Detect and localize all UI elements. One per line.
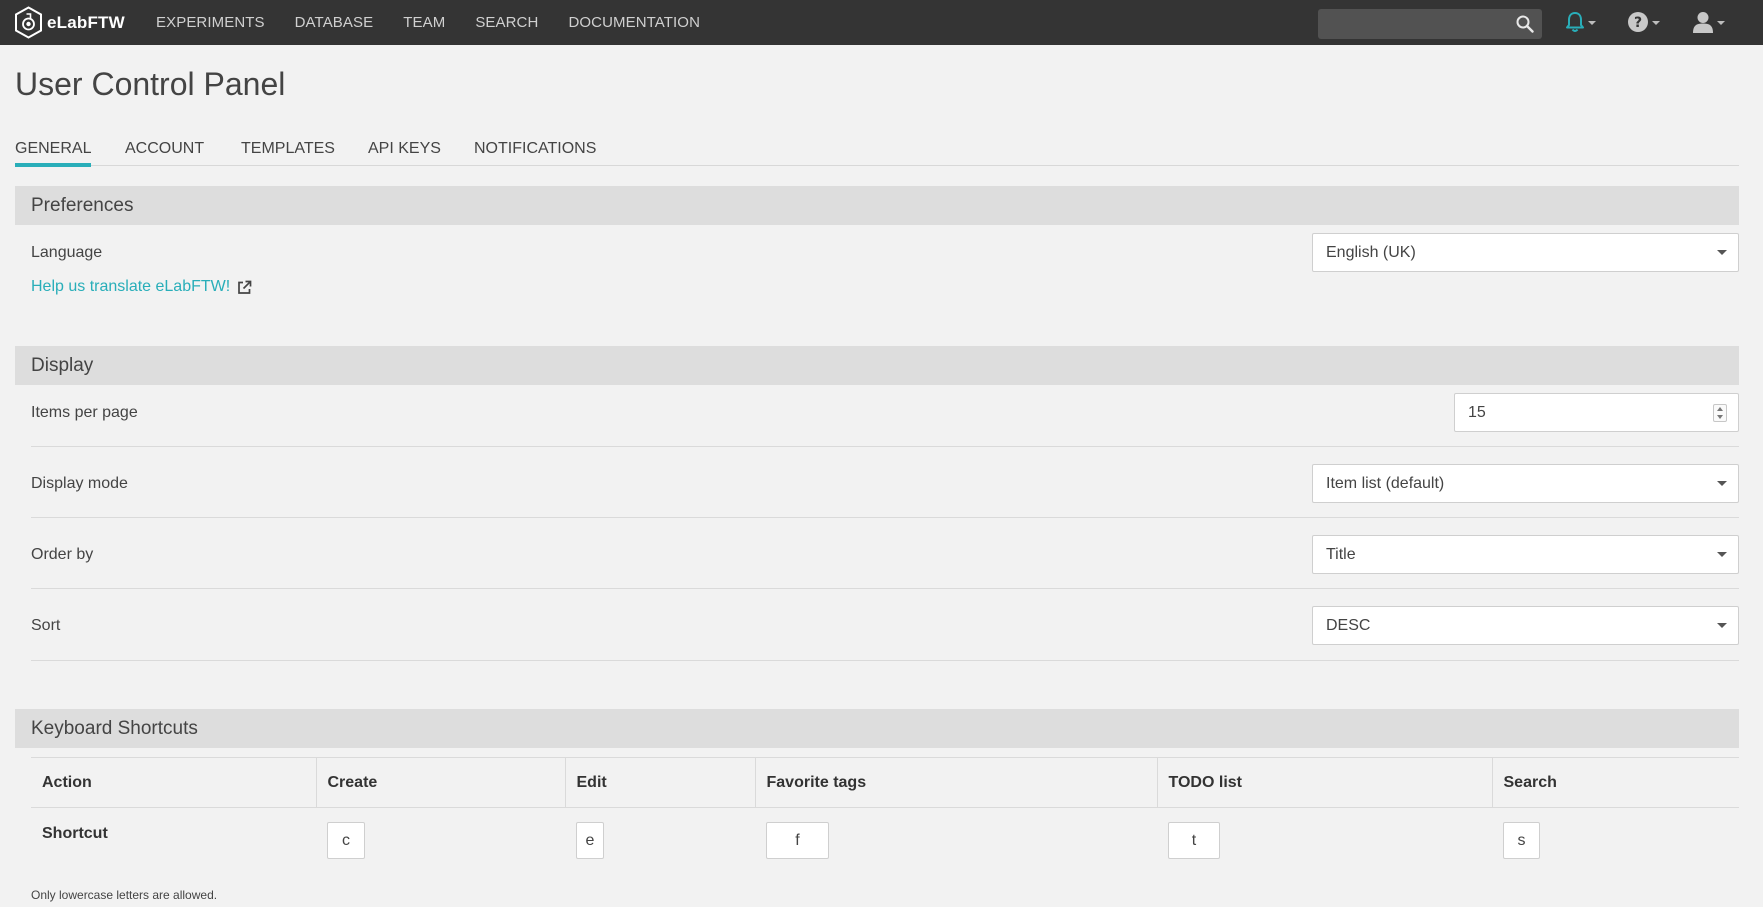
shortcut-todo-list-cell: t xyxy=(1157,808,1492,872)
keyboard-shortcuts-heading: Keyboard Shortcuts xyxy=(15,709,1739,748)
svg-text:?: ? xyxy=(1634,15,1642,31)
search-icon[interactable] xyxy=(1516,15,1534,33)
divider xyxy=(31,660,1739,661)
quick-search-input[interactable] xyxy=(1318,9,1542,39)
column-header-edit: Edit xyxy=(564,757,755,808)
question-circle-icon: ? xyxy=(1628,12,1648,32)
order-by-select-value: Title xyxy=(1326,546,1356,563)
shortcut-search-cell: s xyxy=(1492,808,1739,872)
chevron-down-icon xyxy=(1652,21,1660,25)
external-link-icon xyxy=(238,280,252,294)
user-icon xyxy=(1693,12,1713,33)
display-mode-select-value: Item list (default) xyxy=(1326,475,1445,492)
translate-help-link-text: Help us translate eLabFTW! xyxy=(31,278,231,295)
top-navbar: eLabFTW EXPERIMENTS DATABASE TEAM SEARCH… xyxy=(0,0,1763,45)
settings-tabs: GENERAL ACCOUNT TEMPLATES API KEYS NOTIF… xyxy=(15,140,1739,167)
nav-link-documentation[interactable]: DOCUMENTATION xyxy=(568,14,700,31)
language-label: Language xyxy=(31,244,103,261)
sort-label: Sort xyxy=(31,617,61,634)
notifications-dropdown[interactable] xyxy=(1565,10,1596,34)
language-select[interactable]: English (UK) xyxy=(1312,233,1739,272)
table-row: Shortcut c e f t s xyxy=(31,808,1739,872)
bell-icon xyxy=(1566,12,1584,32)
divider xyxy=(31,517,1739,518)
items-per-page-input[interactable]: 15 xyxy=(1454,393,1739,432)
brand-logo-link[interactable]: eLabFTW xyxy=(14,6,125,39)
shortcut-edit-cell: e xyxy=(565,808,755,872)
nav-link-team[interactable]: TEAM xyxy=(403,14,445,31)
shortcut-todo-list-input[interactable]: t xyxy=(1168,822,1220,859)
elabftw-logo-icon xyxy=(15,6,42,39)
shortcut-favorite-tags-cell: f xyxy=(755,808,1157,872)
brand-name: eLabFTW xyxy=(47,12,125,32)
tab-account[interactable]: ACCOUNT xyxy=(125,140,204,166)
nav-link-experiments[interactable]: EXPERIMENTS xyxy=(156,14,265,31)
chevron-down-icon xyxy=(1717,623,1727,628)
table-header-row: Action Create Edit Favorite tags TODO li… xyxy=(31,757,1739,808)
chevron-down-icon xyxy=(1717,250,1727,255)
column-header-create: Create xyxy=(315,757,565,808)
chevron-down-icon xyxy=(1717,552,1727,557)
help-dropdown[interactable]: ? xyxy=(1627,10,1660,34)
order-by-select[interactable]: Title xyxy=(1312,535,1739,574)
column-header-action: Action xyxy=(31,757,316,808)
sort-select-value: DESC xyxy=(1326,617,1371,634)
number-spinner[interactable] xyxy=(1713,404,1727,422)
chevron-down-icon xyxy=(1588,21,1596,25)
display-heading: Display xyxy=(15,346,1739,385)
page-title: User Control Panel xyxy=(15,66,286,102)
shortcuts-note: Only lowercase letters are allowed. xyxy=(31,888,218,902)
shortcut-row-label: Shortcut xyxy=(42,825,108,842)
user-menu-dropdown[interactable] xyxy=(1692,10,1725,34)
tab-templates[interactable]: TEMPLATES xyxy=(241,140,335,166)
preferences-heading: Preferences xyxy=(15,186,1739,225)
chevron-down-icon xyxy=(1717,481,1727,486)
display-mode-select[interactable]: Item list (default) xyxy=(1312,464,1739,503)
shortcuts-table: Action Create Edit Favorite tags TODO li… xyxy=(31,757,1739,872)
shortcut-create-input[interactable]: c xyxy=(327,822,365,859)
chevron-down-icon xyxy=(1717,21,1725,25)
main-nav: EXPERIMENTS DATABASE TEAM SEARCH DOCUMEN… xyxy=(156,0,730,45)
divider xyxy=(31,446,1739,447)
nav-link-database[interactable]: DATABASE xyxy=(295,14,374,31)
sort-select[interactable]: DESC xyxy=(1312,606,1739,645)
tab-general[interactable]: GENERAL xyxy=(15,140,92,167)
column-header-search: Search xyxy=(1491,757,1739,808)
translate-help-link[interactable]: Help us translate eLabFTW! xyxy=(31,278,252,296)
language-select-value: English (UK) xyxy=(1326,244,1416,261)
tab-notifications[interactable]: NOTIFICATIONS xyxy=(474,140,596,166)
shortcut-favorite-tags-input[interactable]: f xyxy=(766,822,829,859)
column-header-favorite-tags: Favorite tags xyxy=(754,757,1157,808)
nav-link-search[interactable]: SEARCH xyxy=(475,14,538,31)
tab-api-keys[interactable]: API KEYS xyxy=(368,140,441,166)
shortcut-search-input[interactable]: s xyxy=(1503,822,1540,859)
items-per-page-value: 15 xyxy=(1468,404,1486,421)
display-mode-label: Display mode xyxy=(31,475,128,492)
order-by-label: Order by xyxy=(31,546,94,563)
shortcut-edit-input[interactable]: e xyxy=(576,822,604,859)
shortcut-create-cell: c xyxy=(316,808,565,872)
column-header-todo-list: TODO list xyxy=(1156,757,1492,808)
divider xyxy=(31,588,1739,589)
items-per-page-label: Items per page xyxy=(31,404,138,421)
